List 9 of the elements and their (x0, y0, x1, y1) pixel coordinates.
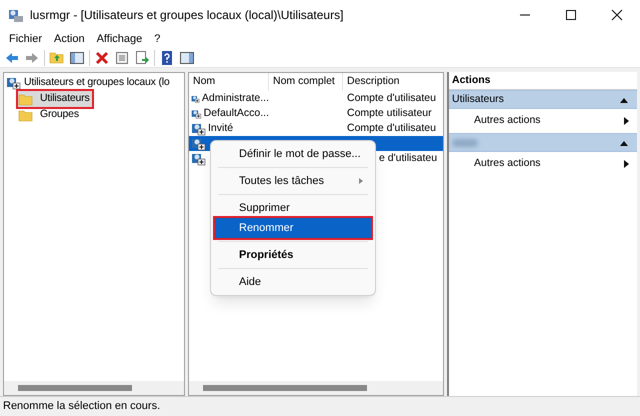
table-cell-text: Invité (208, 120, 234, 136)
status-text: Renomme la sélection en cours. (3, 399, 160, 414)
table-cell: Compte d'utilisateu (347, 92, 436, 104)
table-cell-text: DefaultAcco... (204, 106, 269, 121)
table-cell: Compte d'utilisateu (347, 122, 436, 134)
table-cell-text: Administrate... (202, 90, 269, 106)
table-cell: Compte utilisateur (347, 106, 432, 119)
window-title: lusrmgr - [Utilisateurs et groupes locaux (local)\Utilisateurs] (30, 7, 344, 24)
table-cell: e d'utilisateu (379, 152, 438, 164)
